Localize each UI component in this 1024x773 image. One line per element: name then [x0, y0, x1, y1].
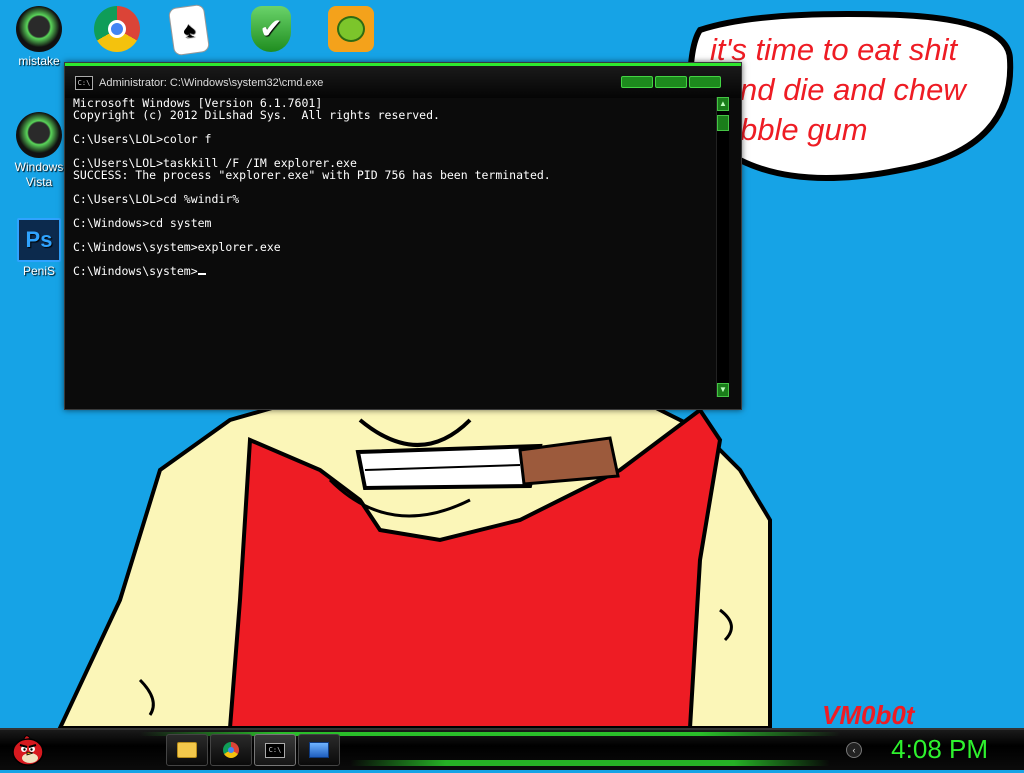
green-orb-icon [16, 112, 62, 158]
desktop-icon-solitaire[interactable]: ♠ [154, 3, 224, 57]
chrome-icon [94, 6, 140, 52]
angry-bird-icon [12, 735, 44, 766]
desktop-icon-security[interactable]: ✔ [236, 6, 306, 54]
taskbar: C:\ ‹ 4:08 PM [0, 728, 1024, 770]
close-button[interactable] [689, 76, 721, 88]
green-orb-icon [16, 6, 62, 52]
console-line: C:\Users\LOL>cd %windir% [73, 192, 240, 206]
scroll-up-button[interactable]: ▲ [717, 97, 729, 111]
taskbar-glow [350, 760, 830, 766]
taskbar-button-explorer[interactable] [166, 734, 208, 766]
cmd-titlebar[interactable]: C:\ Administrator: C:\Windows\system32\c… [65, 63, 741, 98]
network-icon [309, 742, 329, 758]
console-line: SUCCESS: The process "explorer.exe" with… [73, 168, 551, 182]
clock[interactable]: 4:08 PM [891, 734, 988, 765]
console-prompt: C:\Windows\system> [73, 264, 198, 278]
start-button[interactable] [8, 730, 48, 768]
maximize-button[interactable] [655, 76, 687, 88]
speech-line-1: it's time to eat shit [710, 32, 958, 67]
desktop-icon-mistake[interactable]: mistake [4, 6, 74, 69]
console-line: C:\Windows\system>explorer.exe [73, 240, 281, 254]
security-shield-icon: ✔ [251, 6, 291, 52]
vertical-scrollbar[interactable]: ▲ ▼ [716, 97, 729, 397]
solitaire-icon: ♠ [167, 3, 211, 57]
scroll-down-button[interactable]: ▼ [717, 383, 729, 397]
desktop-icon-bad-piggies[interactable] [316, 6, 386, 54]
wallpaper-watermark: VM0b0t [822, 700, 915, 730]
taskbar-button-cmd[interactable]: C:\ [254, 734, 296, 766]
minimize-button[interactable] [621, 76, 653, 88]
chrome-icon [223, 742, 239, 758]
photoshop-icon: Ps [17, 218, 61, 262]
desktop-icon-chrome[interactable] [82, 6, 152, 54]
console-output[interactable]: Microsoft Windows [Version 6.1.7601] Cop… [73, 97, 713, 397]
console-line: C:\Users\LOL>color f [73, 132, 212, 146]
scroll-thumb[interactable] [717, 115, 729, 131]
taskbar-button-network[interactable] [298, 734, 340, 766]
cmd-icon: C:\ [75, 76, 93, 90]
show-hidden-icons-button[interactable]: ‹ [846, 742, 862, 758]
folder-icon [177, 742, 197, 758]
text-cursor [197, 273, 206, 275]
bad-piggies-icon [328, 6, 374, 52]
cmd-window[interactable]: C:\ Administrator: C:\Windows\system32\c… [64, 62, 742, 410]
window-title: Administrator: C:\Windows\system32\cmd.e… [99, 77, 324, 89]
console-line: Copyright (c) 2012 DiLshad Sys. All righ… [73, 108, 440, 122]
cmd-icon: C:\ [265, 742, 285, 758]
speech-bubble-text: it's time to eat shit nd die and chew bb… [710, 30, 1010, 150]
console-line: C:\Windows>cd system [73, 216, 212, 230]
taskbar-button-chrome[interactable] [210, 734, 252, 766]
speech-line-2: nd die and chew [740, 72, 966, 107]
